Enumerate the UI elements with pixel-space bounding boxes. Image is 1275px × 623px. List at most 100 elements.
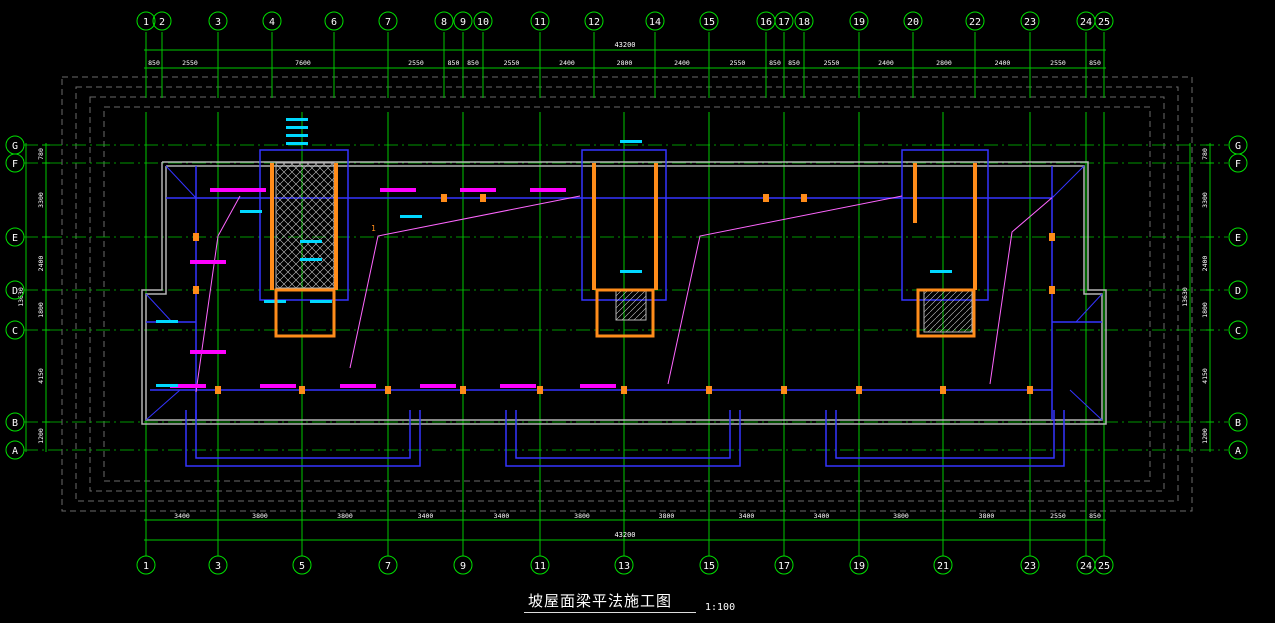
axis-label-bottom: 17: [778, 561, 790, 572]
axis-label-top: 18: [798, 17, 810, 28]
annotation-mark: [156, 384, 178, 387]
axis-label-top: 3: [215, 17, 221, 28]
beam-plan-drawing: 1 43200 850 2550 7600 2550 850 850 2550 2400 2800…: [0, 0, 1275, 623]
annotation-mark: [286, 134, 308, 137]
row-label: B: [1235, 418, 1241, 429]
column: [537, 386, 543, 394]
axis-label-top: 9: [460, 17, 466, 28]
side-dim-label: 1200: [37, 428, 45, 444]
axis-label-bottom: 7: [385, 561, 391, 572]
side-dim-label: 2400: [1201, 256, 1209, 272]
axis-label-top: 8: [441, 17, 447, 28]
bottom-dim-label: 2550: [1050, 512, 1066, 520]
top-dim-label: 2400: [559, 59, 575, 67]
bottom-dim-label: 3800: [979, 512, 995, 520]
top-dim-label: 850: [448, 59, 460, 67]
side-dim-label: 4150: [37, 368, 45, 384]
bottom-dim-label: 3400: [739, 512, 755, 520]
axis-label-bottom: 19: [853, 561, 865, 572]
axis-label-top: 16: [760, 17, 772, 28]
row-label: A: [12, 446, 18, 457]
side-dim-label: 1800: [37, 302, 45, 318]
annotation-mark: [930, 270, 952, 273]
column: [193, 233, 199, 241]
title-underline: [524, 612, 696, 613]
column: [385, 386, 391, 394]
shear-wall-strip: [973, 163, 977, 290]
row-label: A: [1235, 446, 1241, 457]
row-label: G: [12, 141, 18, 152]
side-dim-label: 3300: [37, 192, 45, 208]
axis-label-bottom: 24: [1080, 561, 1092, 572]
axis-label-bottom: 11: [534, 561, 546, 572]
side-dim-label: 1800: [1201, 302, 1209, 318]
column: [299, 386, 305, 394]
beam-label-mark: [500, 384, 536, 388]
axis-label-top: 17: [778, 17, 790, 28]
row-label: C: [1235, 326, 1241, 337]
row-label: E: [12, 233, 18, 244]
column: [441, 194, 447, 202]
axis-label-top: 6: [331, 17, 337, 28]
axis-label-top: 25: [1098, 17, 1110, 28]
top-dim-label: 850: [148, 59, 160, 67]
bottom-dim-label: 850: [1089, 512, 1101, 520]
beam-label-mark: [420, 384, 456, 388]
axis-label-bottom: 9: [460, 561, 466, 572]
axis-label-bottom: 1: [143, 561, 149, 572]
side-dim-label: 3300: [1201, 192, 1209, 208]
row-label: B: [12, 418, 18, 429]
top-dim-label: 7600: [295, 59, 311, 67]
top-dim-label: 2550: [730, 59, 746, 67]
row-label: G: [1235, 141, 1241, 152]
column: [763, 194, 769, 202]
shear-wall-strip: [654, 163, 658, 290]
bottom-dim-label: 3400: [174, 512, 190, 520]
top-dim-label: 2550: [824, 59, 840, 67]
side-dim-label: 4150: [1201, 368, 1209, 384]
top-dim-label: 2550: [504, 59, 520, 67]
axis-label-top: 23: [1024, 17, 1036, 28]
beam-label-mark: [260, 384, 296, 388]
axis-label-bottom: 15: [703, 561, 715, 572]
beam-label-mark: [380, 188, 416, 192]
row-label: D: [12, 286, 18, 297]
axis-label-bottom: 25: [1098, 561, 1110, 572]
side-total-dim: 13630: [1181, 287, 1189, 307]
column: [856, 386, 862, 394]
axis-label-top: 14: [649, 17, 661, 28]
top-dim-label: 2800: [936, 59, 952, 67]
side-dim-label: 2400: [37, 256, 45, 272]
annotation-mark: [400, 215, 422, 218]
beam-label-mark: [230, 188, 266, 192]
row-label: F: [12, 159, 18, 170]
bottom-dim-label: 3400: [814, 512, 830, 520]
shear-wall-strip: [334, 163, 338, 290]
column: [801, 194, 807, 202]
axis-label-bottom: 5: [299, 561, 305, 572]
section-mark: 1: [371, 224, 376, 233]
column: [621, 386, 627, 394]
top-dim-label: 2550: [1050, 59, 1066, 67]
column: [1027, 386, 1033, 394]
shear-wall-strip: [913, 163, 917, 223]
annotation-mark: [300, 240, 322, 243]
axis-label-bottom: 21: [937, 561, 949, 572]
top-dim-label: 2550: [408, 59, 424, 67]
column: [706, 386, 712, 394]
row-label: D: [1235, 286, 1241, 297]
annotation-mark: [286, 118, 308, 121]
annotation-mark: [156, 320, 178, 323]
row-label: C: [12, 326, 18, 337]
column: [940, 386, 946, 394]
annotation-mark: [286, 126, 308, 129]
column: [480, 194, 486, 202]
top-dim-label: 2800: [617, 59, 633, 67]
annotation-mark: [310, 300, 332, 303]
drawing-scale: 1:100: [705, 602, 736, 613]
bottom-dim-label: 3800: [337, 512, 353, 520]
shear-wall-strip: [592, 163, 596, 290]
side-dim-label: 780: [37, 148, 45, 160]
axis-label-top: 2: [159, 17, 165, 28]
annotation-mark: [286, 142, 308, 145]
